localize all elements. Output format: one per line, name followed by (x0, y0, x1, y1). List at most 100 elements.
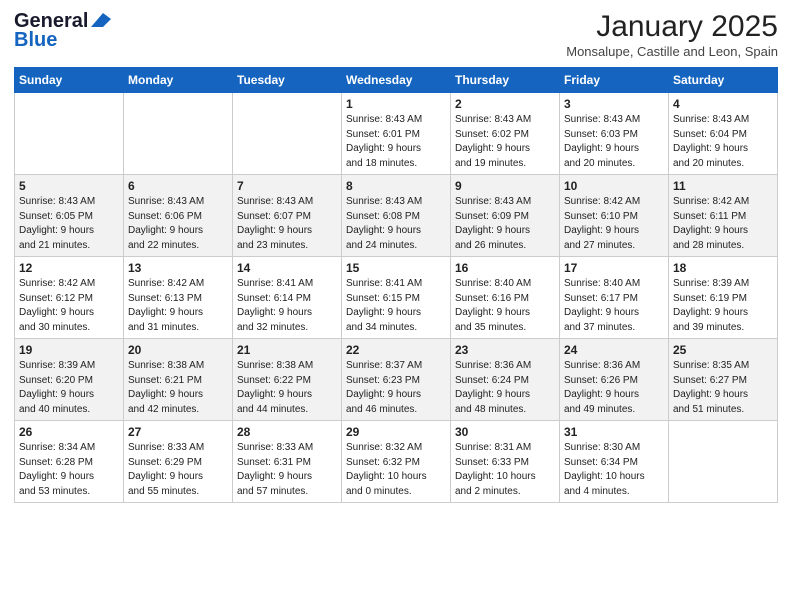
day-info: Sunrise: 8:39 AM Sunset: 6:20 PM Dayligh… (19, 359, 119, 417)
day-number: 1 (346, 97, 446, 111)
day-info: Sunrise: 8:43 AM Sunset: 6:07 PM Dayligh… (237, 195, 337, 253)
calendar-cell: 17Sunrise: 8:40 AM Sunset: 6:17 PM Dayli… (560, 257, 669, 339)
day-info: Sunrise: 8:40 AM Sunset: 6:17 PM Dayligh… (564, 277, 664, 335)
day-number: 18 (673, 261, 773, 275)
calendar-cell: 28 Sunrise: 8:33 AM Sunset: 6:31 PM Dayli… (233, 421, 342, 503)
calendar-cell (15, 93, 124, 175)
day-info: Sunrise: 8:43 AM Sunset: 6:05 PM Dayligh… (19, 195, 119, 253)
week-row-3: 19Sunrise: 8:39 AM Sunset: 6:20 PM Dayli… (15, 339, 778, 421)
calendar-cell: 24 Sunrise: 8:36 AM Sunset: 6:26 PM Dayli… (560, 339, 669, 421)
calendar-cell: 14Sunrise: 8:41 AM Sunset: 6:14 PM Dayli… (233, 257, 342, 339)
day-number: 6 (128, 179, 228, 193)
logo: General Blue (14, 10, 111, 52)
logo-blue: Blue (14, 29, 57, 52)
day-info: Sunrise: 8:31 AM Sunset: 6:33 PM Dayligh… (455, 441, 555, 499)
week-row-1: 5 Sunrise: 8:43 AM Sunset: 6:05 PM Daylig… (15, 175, 778, 257)
calendar-cell: 29 Sunrise: 8:32 AM Sunset: 6:32 PM Dayli… (342, 421, 451, 503)
day-info: Sunrise: 8:42 AM Sunset: 6:12 PM Dayligh… (19, 277, 119, 335)
logo-icon (91, 13, 111, 27)
calendar-cell: 9 Sunrise: 8:43 AM Sunset: 6:09 PM Daylig… (451, 175, 560, 257)
day-number: 3 (564, 97, 664, 111)
calendar-cell: 21Sunrise: 8:38 AM Sunset: 6:22 PM Dayli… (233, 339, 342, 421)
col-header-tuesday: Tuesday (233, 68, 342, 93)
week-row-0: 1 Sunrise: 8:43 AM Sunset: 6:01 PM Daylig… (15, 93, 778, 175)
day-number: 12 (19, 261, 119, 275)
day-info: Sunrise: 8:43 AM Sunset: 6:02 PM Dayligh… (455, 113, 555, 171)
day-number: 2 (455, 97, 555, 111)
calendar-cell: 12 Sunrise: 8:42 AM Sunset: 6:12 PM Dayli… (15, 257, 124, 339)
calendar-cell: 22Sunrise: 8:37 AM Sunset: 6:23 PM Dayli… (342, 339, 451, 421)
day-number: 9 (455, 179, 555, 193)
day-number: 16 (455, 261, 555, 275)
calendar-cell: 11Sunrise: 8:42 AM Sunset: 6:11 PM Dayli… (669, 175, 778, 257)
day-number: 10 (564, 179, 664, 193)
day-number: 15 (346, 261, 446, 275)
day-info: Sunrise: 8:42 AM Sunset: 6:10 PM Dayligh… (564, 195, 664, 253)
day-info: Sunrise: 8:40 AM Sunset: 6:16 PM Dayligh… (455, 277, 555, 335)
calendar-cell: 7 Sunrise: 8:43 AM Sunset: 6:07 PM Daylig… (233, 175, 342, 257)
day-info: Sunrise: 8:34 AM Sunset: 6:28 PM Dayligh… (19, 441, 119, 499)
title-block: January 2025 Monsalupe, Castille and Leo… (566, 10, 778, 59)
col-header-monday: Monday (124, 68, 233, 93)
col-header-saturday: Saturday (669, 68, 778, 93)
day-info: Sunrise: 8:33 AM Sunset: 6:31 PM Dayligh… (237, 441, 337, 499)
calendar-cell: 20 Sunrise: 8:38 AM Sunset: 6:21 PM Dayli… (124, 339, 233, 421)
day-number: 26 (19, 425, 119, 439)
day-info: Sunrise: 8:33 AM Sunset: 6:29 PM Dayligh… (128, 441, 228, 499)
day-number: 22 (346, 343, 446, 357)
day-number: 7 (237, 179, 337, 193)
calendar-cell: 27 Sunrise: 8:33 AM Sunset: 6:29 PM Dayli… (124, 421, 233, 503)
header: General Blue January 2025 Monsalupe, Cas… (14, 10, 778, 59)
calendar-cell: 18 Sunrise: 8:39 AM Sunset: 6:19 PM Dayli… (669, 257, 778, 339)
month-year: January 2025 (566, 10, 778, 44)
calendar-cell: 23Sunrise: 8:36 AM Sunset: 6:24 PM Dayli… (451, 339, 560, 421)
calendar-cell: 1 Sunrise: 8:43 AM Sunset: 6:01 PM Daylig… (342, 93, 451, 175)
col-header-wednesday: Wednesday (342, 68, 451, 93)
calendar-cell: 30 Sunrise: 8:31 AM Sunset: 6:33 PM Dayli… (451, 421, 560, 503)
calendar-cell: 3Sunrise: 8:43 AM Sunset: 6:03 PM Daylig… (560, 93, 669, 175)
day-info: Sunrise: 8:35 AM Sunset: 6:27 PM Dayligh… (673, 359, 773, 417)
week-row-4: 26 Sunrise: 8:34 AM Sunset: 6:28 PM Dayli… (15, 421, 778, 503)
day-info: Sunrise: 8:39 AM Sunset: 6:19 PM Dayligh… (673, 277, 773, 335)
day-number: 8 (346, 179, 446, 193)
day-info: Sunrise: 8:43 AM Sunset: 6:06 PM Dayligh… (128, 195, 228, 253)
day-number: 4 (673, 97, 773, 111)
day-number: 31 (564, 425, 664, 439)
calendar-table: SundayMondayTuesdayWednesdayThursdayFrid… (14, 67, 778, 503)
day-number: 29 (346, 425, 446, 439)
day-info: Sunrise: 8:43 AM Sunset: 6:09 PM Dayligh… (455, 195, 555, 253)
day-number: 13 (128, 261, 228, 275)
day-number: 24 (564, 343, 664, 357)
day-number: 28 (237, 425, 337, 439)
col-header-thursday: Thursday (451, 68, 560, 93)
page-container: General Blue January 2025 Monsalupe, Cas… (0, 0, 792, 511)
day-number: 27 (128, 425, 228, 439)
day-info: Sunrise: 8:38 AM Sunset: 6:21 PM Dayligh… (128, 359, 228, 417)
day-info: Sunrise: 8:32 AM Sunset: 6:32 PM Dayligh… (346, 441, 446, 499)
calendar-cell: 15Sunrise: 8:41 AM Sunset: 6:15 PM Dayli… (342, 257, 451, 339)
day-info: Sunrise: 8:43 AM Sunset: 6:08 PM Dayligh… (346, 195, 446, 253)
day-info: Sunrise: 8:41 AM Sunset: 6:14 PM Dayligh… (237, 277, 337, 335)
col-header-friday: Friday (560, 68, 669, 93)
day-number: 25 (673, 343, 773, 357)
location: Monsalupe, Castille and Leon, Spain (566, 44, 778, 59)
calendar-cell: 6 Sunrise: 8:43 AM Sunset: 6:06 PM Daylig… (124, 175, 233, 257)
day-info: Sunrise: 8:36 AM Sunset: 6:26 PM Dayligh… (564, 359, 664, 417)
calendar-cell (669, 421, 778, 503)
day-number: 5 (19, 179, 119, 193)
header-row: SundayMondayTuesdayWednesdayThursdayFrid… (15, 68, 778, 93)
day-info: Sunrise: 8:43 AM Sunset: 6:01 PM Dayligh… (346, 113, 446, 171)
day-info: Sunrise: 8:38 AM Sunset: 6:22 PM Dayligh… (237, 359, 337, 417)
day-number: 30 (455, 425, 555, 439)
calendar-cell: 5 Sunrise: 8:43 AM Sunset: 6:05 PM Daylig… (15, 175, 124, 257)
day-number: 11 (673, 179, 773, 193)
day-info: Sunrise: 8:43 AM Sunset: 6:04 PM Dayligh… (673, 113, 773, 171)
day-number: 23 (455, 343, 555, 357)
calendar-cell: 8 Sunrise: 8:43 AM Sunset: 6:08 PM Daylig… (342, 175, 451, 257)
calendar-cell (124, 93, 233, 175)
calendar-cell: 31Sunrise: 8:30 AM Sunset: 6:34 PM Dayli… (560, 421, 669, 503)
week-row-2: 12 Sunrise: 8:42 AM Sunset: 6:12 PM Dayli… (15, 257, 778, 339)
calendar-cell (233, 93, 342, 175)
col-header-sunday: Sunday (15, 68, 124, 93)
day-number: 20 (128, 343, 228, 357)
